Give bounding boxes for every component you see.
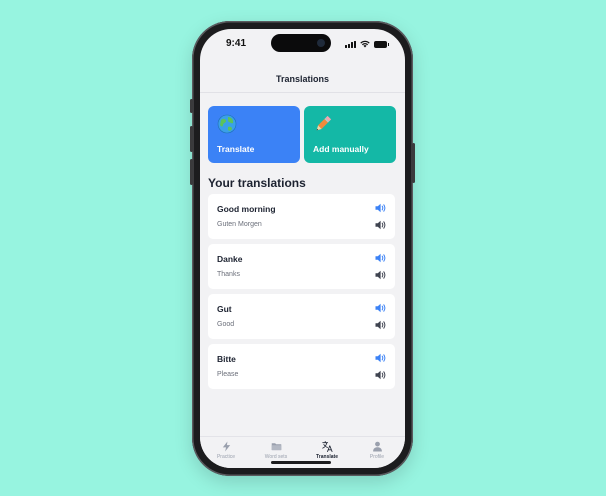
speaker-icon[interactable] — [375, 353, 387, 363]
tab-label: Practice — [216, 454, 236, 460]
status-icons — [345, 40, 389, 48]
translation-item[interactable]: Bitte Please — [208, 344, 395, 389]
page-title: Translations — [275, 74, 329, 84]
translation-item[interactable]: Gut Good — [208, 294, 395, 339]
speaker-icon[interactable] — [375, 370, 387, 380]
tab-label: Profile — [369, 454, 385, 460]
translation-item[interactable]: Good morning Guten Morgen — [208, 194, 395, 239]
person-icon — [372, 441, 382, 452]
add-manually-card-label: Add manually — [313, 144, 369, 154]
translation-term: Danke — [217, 254, 243, 264]
action-button — [190, 99, 193, 113]
status-bar: 9:41 — [200, 29, 405, 59]
folder-icon — [271, 443, 281, 451]
header-divider — [200, 92, 405, 93]
translation-text: Guten Morgen — [217, 221, 262, 228]
translation-term: Gut — [217, 304, 232, 314]
translate-card-label: Translate — [217, 144, 255, 154]
speaker-icon[interactable] — [375, 303, 387, 313]
pencil-icon — [316, 115, 332, 131]
speaker-icon[interactable] — [375, 320, 387, 330]
phone-screen: 9:41 Translations Translate Add manually… — [200, 29, 405, 468]
lightning-icon — [222, 441, 230, 452]
tab-bar: Practice Word sets Translate Profile — [200, 436, 405, 468]
translate-card-button[interactable]: Translate — [208, 106, 300, 163]
speaker-icon[interactable] — [375, 220, 387, 230]
add-manually-card-button[interactable]: Add manually — [304, 106, 396, 163]
tab-label: Translate — [316, 454, 338, 460]
tab-profile[interactable]: Profile — [353, 441, 401, 460]
phone-frame: 9:41 Translations Translate Add manually… — [190, 21, 415, 476]
tab-practice[interactable]: Practice — [202, 441, 250, 460]
speaker-icon[interactable] — [375, 270, 387, 280]
status-time: 9:41 — [226, 38, 247, 49]
translation-text: Thanks — [217, 271, 240, 278]
translation-text: Good — [217, 321, 235, 328]
section-title: Your translations — [208, 176, 306, 190]
translate-icon — [321, 441, 332, 452]
tab-translate[interactable]: Translate — [303, 441, 351, 460]
wifi-icon — [360, 40, 370, 48]
battery-icon — [374, 40, 389, 48]
power-button — [412, 143, 415, 183]
volume-down-button — [190, 159, 193, 185]
translation-term: Bitte — [217, 354, 236, 364]
volume-up-button — [190, 126, 193, 152]
globe-icon — [217, 114, 237, 134]
tab-label: Word sets — [264, 454, 288, 460]
signal-icon — [345, 40, 356, 48]
translation-item[interactable]: Danke Thanks — [208, 244, 395, 289]
speaker-icon[interactable] — [375, 253, 387, 263]
tab-word-sets[interactable]: Word sets — [252, 441, 300, 460]
dynamic-island — [271, 34, 331, 52]
translation-term: Good morning — [217, 204, 276, 214]
home-indicator — [271, 461, 331, 464]
speaker-icon[interactable] — [375, 203, 387, 213]
translation-text: Please — [217, 371, 239, 378]
